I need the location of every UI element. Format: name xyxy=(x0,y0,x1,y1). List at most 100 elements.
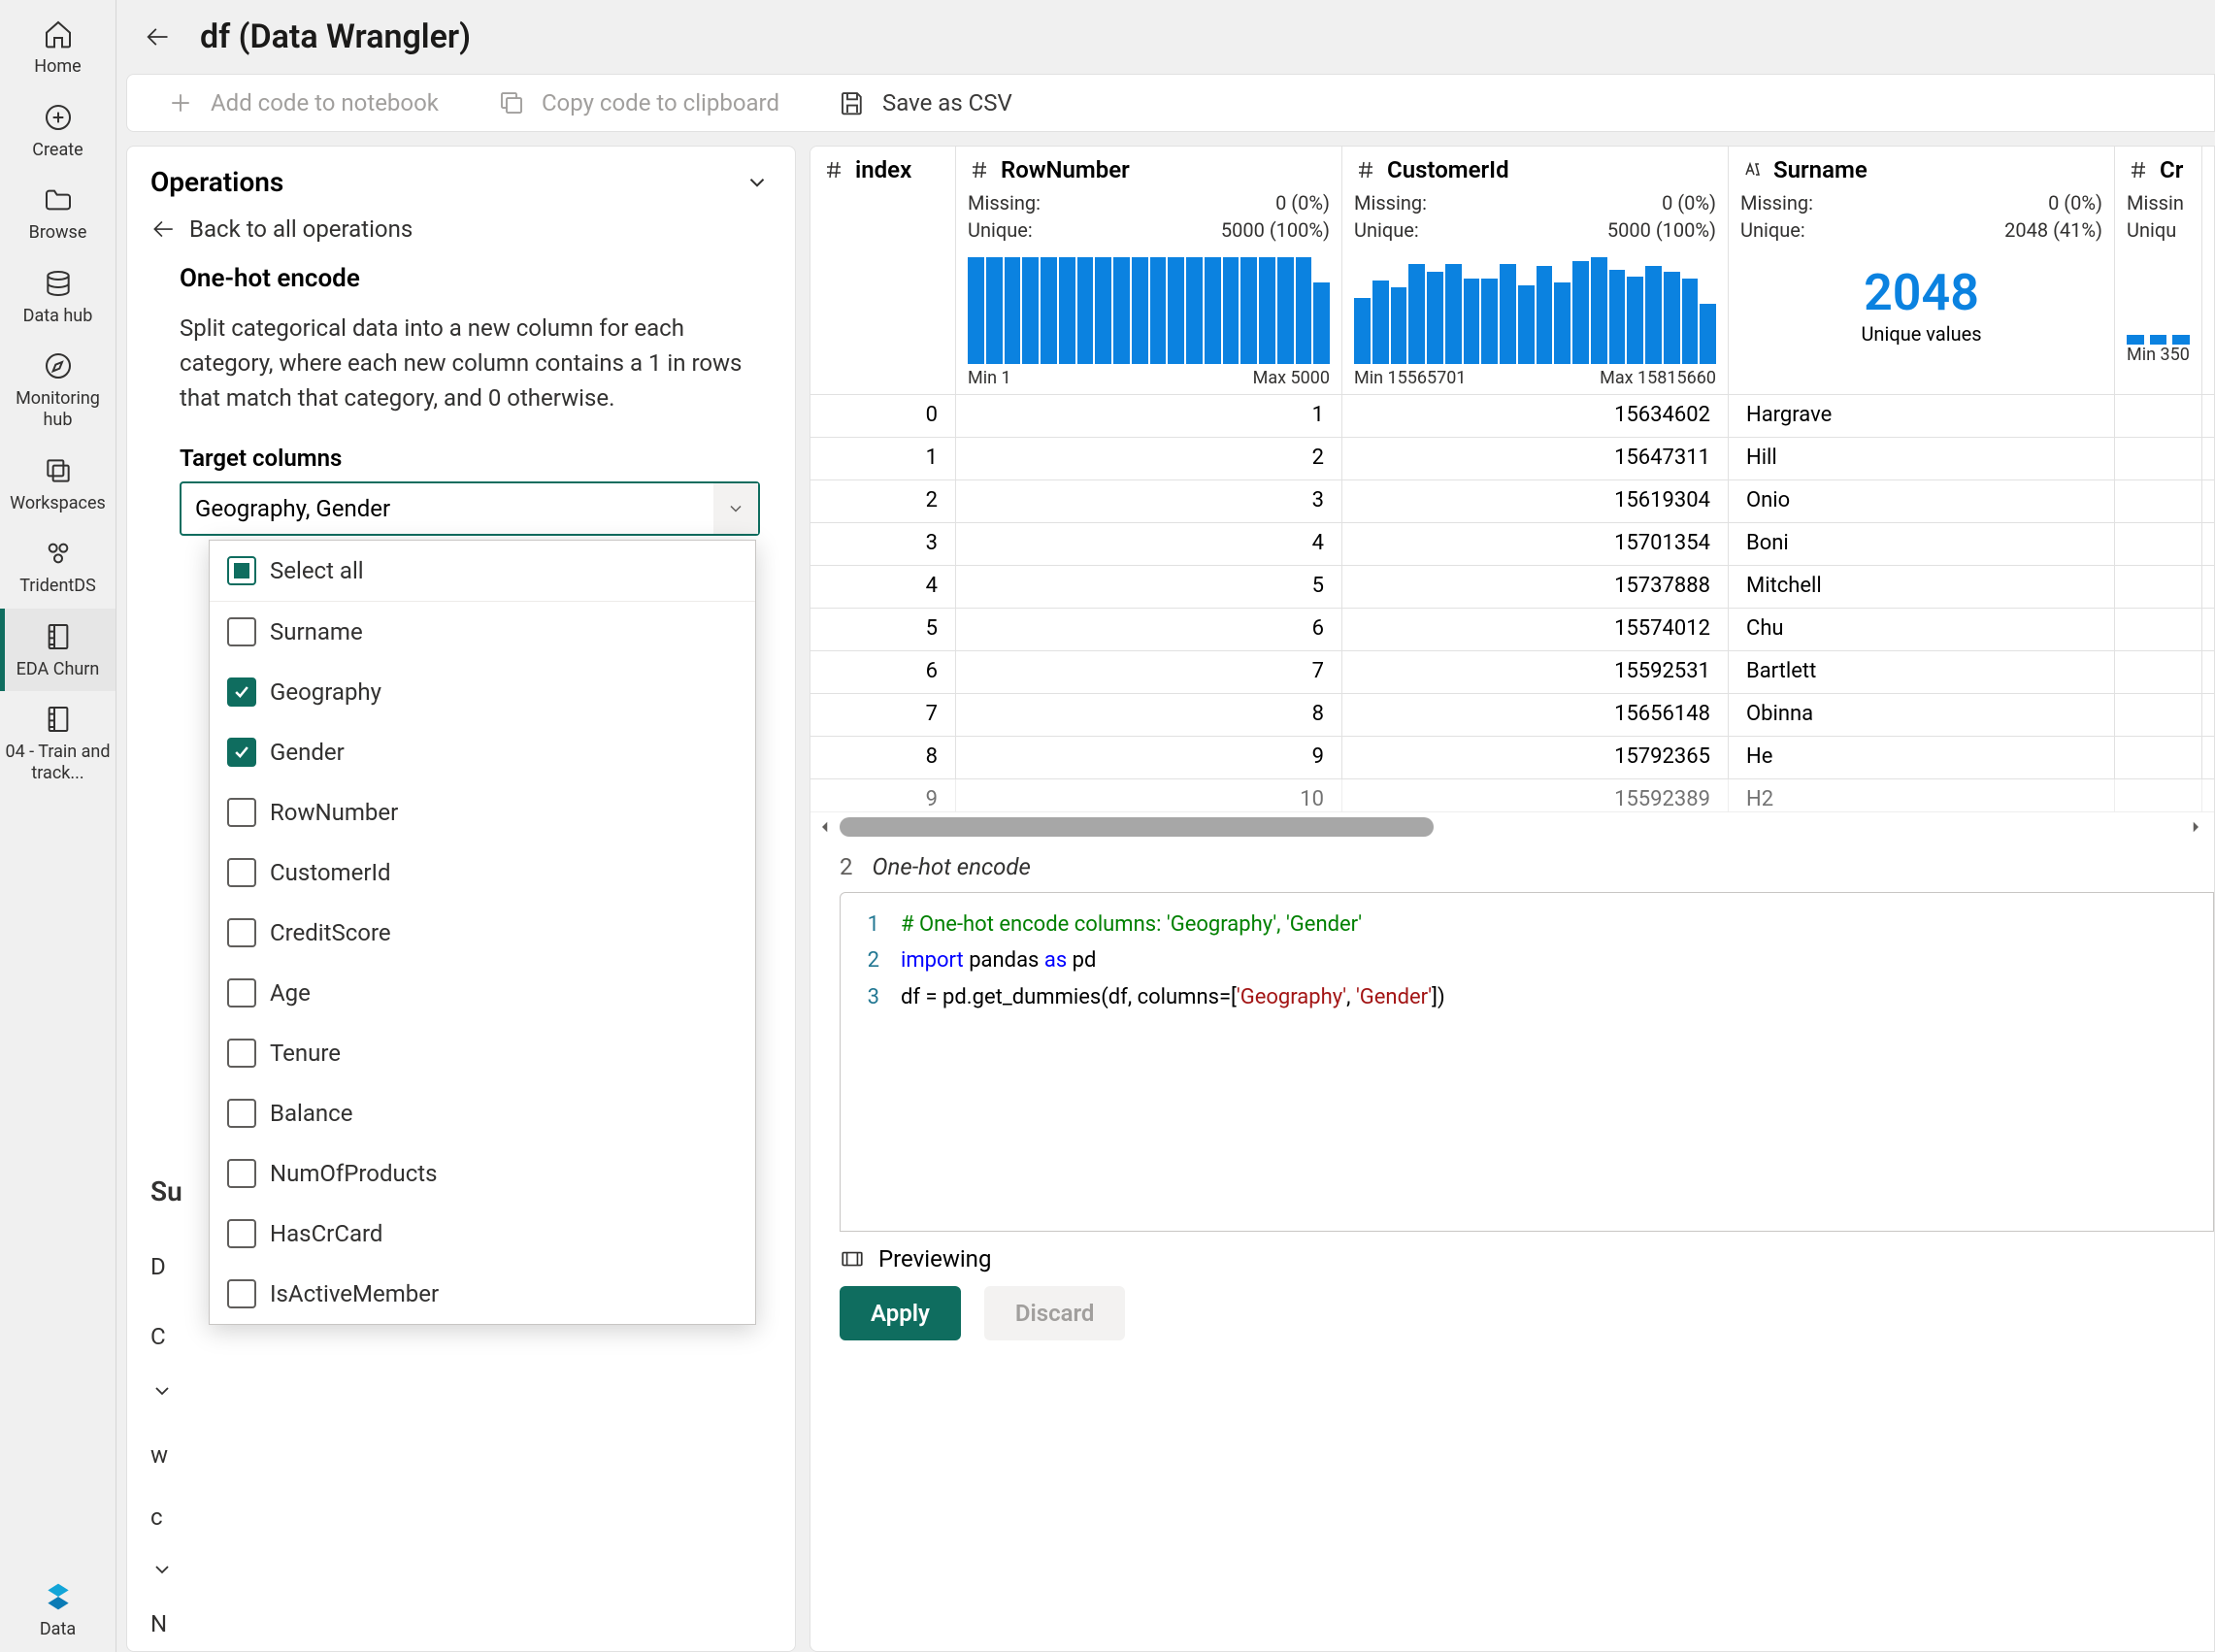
nav-datahub[interactable]: Data hub xyxy=(0,255,116,339)
dropdown-option[interactable]: Geography xyxy=(210,662,755,722)
nav-monitoring[interactable]: Monitoring hub xyxy=(0,338,116,442)
summary-stub: D xyxy=(150,1253,166,1280)
nav-browse[interactable]: Browse xyxy=(0,172,116,255)
operation-description: Split categorical data into a new column… xyxy=(180,311,760,415)
table-row[interactable]: 0115634602Hargrave xyxy=(810,395,2214,438)
cell-customerid: 15619304 xyxy=(1342,480,1729,522)
dropdown-option[interactable]: NumOfProducts xyxy=(210,1143,755,1204)
dropdown-option[interactable]: IsActiveMember xyxy=(210,1264,755,1324)
column-rownumber[interactable]: RowNumber Missing:0 (0%) Unique:5000 (10… xyxy=(956,147,1342,394)
text-icon xyxy=(1740,158,1764,182)
table-row[interactable]: 8915792365He xyxy=(810,737,2214,779)
cell-index: 5 xyxy=(810,609,956,650)
code-preview[interactable]: 1# One-hot encode columns: 'Geography', … xyxy=(840,892,2214,1232)
cell-rownumber: 2 xyxy=(956,438,1342,479)
summary-stub: Su xyxy=(150,1175,182,1207)
apply-button[interactable]: Apply xyxy=(840,1286,961,1340)
cell-index: 1 xyxy=(810,438,956,479)
save-csv-button[interactable]: Save as CSV xyxy=(838,88,1012,117)
histogram-customerid xyxy=(1354,257,1716,364)
checkbox-icon xyxy=(227,1039,256,1068)
discard-button[interactable]: Discard xyxy=(984,1286,1126,1340)
summary-stub: N xyxy=(150,1610,167,1637)
code-actions: Apply Discard xyxy=(810,1286,2214,1362)
copy-code-button[interactable]: Copy code to clipboard xyxy=(497,88,779,117)
scroll-track[interactable] xyxy=(840,817,2181,837)
cell-customerid: 15701354 xyxy=(1342,523,1729,565)
dropdown-option-label: Tenure xyxy=(270,1040,341,1067)
dropdown-option[interactable]: RowNumber xyxy=(210,782,755,843)
dropdown-option[interactable]: Age xyxy=(210,963,755,1023)
checkbox-icon xyxy=(227,1099,256,1128)
target-columns-input[interactable] xyxy=(180,481,760,536)
nav-datahub-label: Data hub xyxy=(23,306,93,327)
nav-home[interactable]: Home xyxy=(0,6,116,89)
code-step-number: 2 xyxy=(840,853,853,880)
dropdown-option-label: Balance xyxy=(270,1100,352,1127)
table-row[interactable]: 4515737888Mitchell xyxy=(810,566,2214,609)
chevron-down-icon xyxy=(150,1379,174,1403)
nav-create[interactable]: Create xyxy=(0,89,116,173)
columns-dropdown: Select all Surname GeographyGender RowNumb… xyxy=(209,540,756,1325)
column-customerid[interactable]: CustomerId Missing:0 (0%) Unique:5000 (1… xyxy=(1342,147,1729,394)
target-columns-label: Target columns xyxy=(180,445,770,472)
dropdown-option[interactable]: CustomerId xyxy=(210,843,755,903)
unique-count-label: Unique values xyxy=(1740,322,2102,346)
table-row[interactable]: 6715592531Bartlett xyxy=(810,651,2214,694)
dropdown-option[interactable]: Balance xyxy=(210,1083,755,1143)
cell-customerid: 15634602 xyxy=(1342,395,1729,437)
add-code-button[interactable]: Add code to notebook xyxy=(166,88,439,117)
scroll-thumb[interactable] xyxy=(840,817,1434,837)
horizontal-scrollbar xyxy=(810,812,2214,842)
dropdown-option-label: RowNumber xyxy=(270,799,398,826)
hash-icon xyxy=(2127,158,2150,182)
dropdown-option-label: Surname xyxy=(270,618,363,645)
notebook-icon xyxy=(40,618,77,655)
dropdown-option[interactable]: CreditScore xyxy=(210,903,755,963)
table-row[interactable]: 3415701354Boni xyxy=(810,523,2214,566)
table-row[interactable]: 91015592389H2 xyxy=(810,779,2214,812)
back-button[interactable] xyxy=(138,17,177,56)
cell-credit xyxy=(2115,438,2202,479)
nav-edachurn[interactable]: EDA Churn xyxy=(0,609,116,692)
checkbox-icon xyxy=(227,978,256,1008)
table-row[interactable]: 5615574012Chu xyxy=(810,609,2214,651)
cell-rownumber: 3 xyxy=(956,480,1342,522)
nav-train[interactable]: 04 - Train and track... xyxy=(0,691,116,795)
scroll-right-button[interactable] xyxy=(2187,818,2204,836)
back-to-operations-link[interactable]: Back to all operations xyxy=(150,215,770,243)
table-row[interactable]: 2315619304Onio xyxy=(810,480,2214,523)
table-row[interactable]: 1215647311Hill xyxy=(810,438,2214,480)
database-icon xyxy=(40,265,77,302)
cell-credit xyxy=(2115,737,2202,778)
nav-train-label: 04 - Train and track... xyxy=(0,742,116,783)
table-row[interactable]: 7815656148Obinna xyxy=(810,694,2214,737)
dropdown-select-all[interactable]: Select all xyxy=(210,541,755,601)
cell-customerid: 15592389 xyxy=(1342,779,1729,811)
scroll-left-button[interactable] xyxy=(816,818,834,836)
nav-trident[interactable]: TridentDS xyxy=(0,525,116,609)
cell-customerid: 15574012 xyxy=(1342,609,1729,650)
operations-toggle[interactable]: Operations xyxy=(150,166,770,198)
column-credit-partial[interactable]: Cr Missin Uniqu Min 350 xyxy=(2115,147,2202,394)
column-surname-name: Surname xyxy=(1773,156,1868,183)
cell-credit xyxy=(2115,523,2202,565)
column-surname[interactable]: Surname Missing:0 (0%) Unique:2048 (41%)… xyxy=(1729,147,2115,394)
cell-credit xyxy=(2115,566,2202,608)
dropdown-option[interactable]: HasCrCard xyxy=(210,1204,755,1264)
nav-data[interactable]: Data xyxy=(0,1569,116,1652)
cell-customerid: 15647311 xyxy=(1342,438,1729,479)
hash-icon xyxy=(1354,158,1377,182)
dropdown-option[interactable]: Surname xyxy=(210,602,755,662)
dropdown-option[interactable]: Tenure xyxy=(210,1023,755,1083)
combo-caret-button[interactable] xyxy=(713,483,758,534)
grid-header: index RowNumber Missing:0 (0%) Unique:50… xyxy=(810,147,2214,395)
dropdown-option[interactable]: Gender xyxy=(210,722,755,782)
cell-customerid: 15656148 xyxy=(1342,694,1729,736)
column-index[interactable]: index xyxy=(810,147,956,394)
cell-surname: He xyxy=(1729,737,2115,778)
operation-name: One-hot encode xyxy=(180,264,770,293)
cell-credit xyxy=(2115,480,2202,522)
nav-workspaces[interactable]: Workspaces xyxy=(0,443,116,526)
cell-customerid: 15592531 xyxy=(1342,651,1729,693)
